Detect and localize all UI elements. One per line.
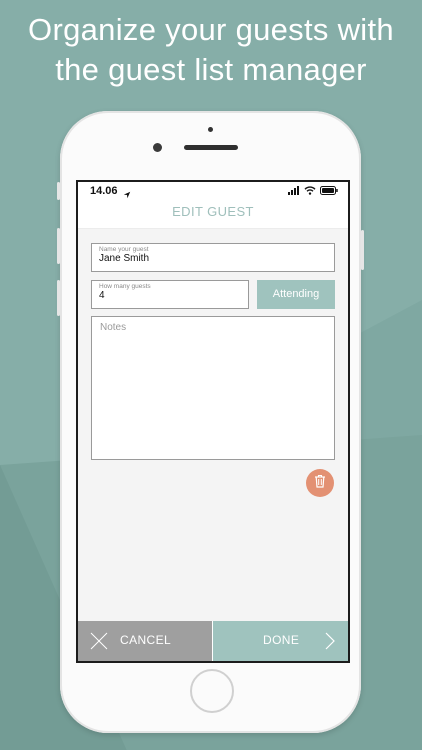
- wifi-icon: [304, 182, 316, 200]
- nav-bar: EDIT GUEST: [78, 200, 348, 229]
- guest-name-value: Jane Smith: [99, 253, 150, 264]
- promo-headline-line1: Organize your guests with: [28, 12, 394, 47]
- guest-count-field[interactable]: How many guests 4: [91, 280, 249, 309]
- mute-switch: [57, 182, 60, 200]
- bottom-action-bar: CANCEL DONE: [78, 621, 348, 661]
- promo-headline-line2: the guest list manager: [55, 52, 367, 87]
- proximity-sensor: [208, 127, 213, 132]
- delete-guest-button[interactable]: [306, 469, 334, 497]
- guest-name-field[interactable]: Name your guest Jane Smith: [91, 243, 335, 272]
- cell-signal-icon: [288, 182, 300, 200]
- app-screen: 14.06 EDIT GUEST Name your guest Jane Sm…: [76, 180, 350, 663]
- close-icon: [90, 632, 108, 655]
- volume-up-button: [57, 228, 60, 264]
- attending-button[interactable]: Attending: [257, 280, 335, 309]
- guest-name-label: Name your guest: [99, 246, 149, 253]
- volume-down-button: [57, 280, 60, 316]
- guest-count-value: 4: [99, 290, 105, 301]
- chevron-right-icon: [324, 632, 336, 655]
- status-time: 14.06: [90, 185, 118, 197]
- cancel-label: CANCEL: [120, 633, 172, 647]
- promo-headline: Organize your guests with the guest list…: [0, 10, 422, 90]
- status-icons: [288, 185, 338, 197]
- trash-icon: [314, 474, 326, 493]
- notes-field[interactable]: Notes: [91, 316, 335, 460]
- battery-icon: [320, 182, 338, 200]
- page-title: EDIT GUEST: [172, 204, 254, 219]
- notes-placeholder: Notes: [100, 322, 127, 333]
- earpiece-speaker: [184, 145, 238, 150]
- front-camera: [153, 143, 162, 152]
- done-label: DONE: [263, 633, 300, 647]
- done-button[interactable]: DONE: [213, 621, 348, 661]
- guest-count-label: How many guests: [99, 283, 151, 290]
- power-button: [361, 230, 364, 270]
- home-button[interactable]: [190, 669, 234, 713]
- cancel-button[interactable]: CANCEL: [78, 621, 213, 661]
- status-bar: 14.06: [78, 182, 348, 200]
